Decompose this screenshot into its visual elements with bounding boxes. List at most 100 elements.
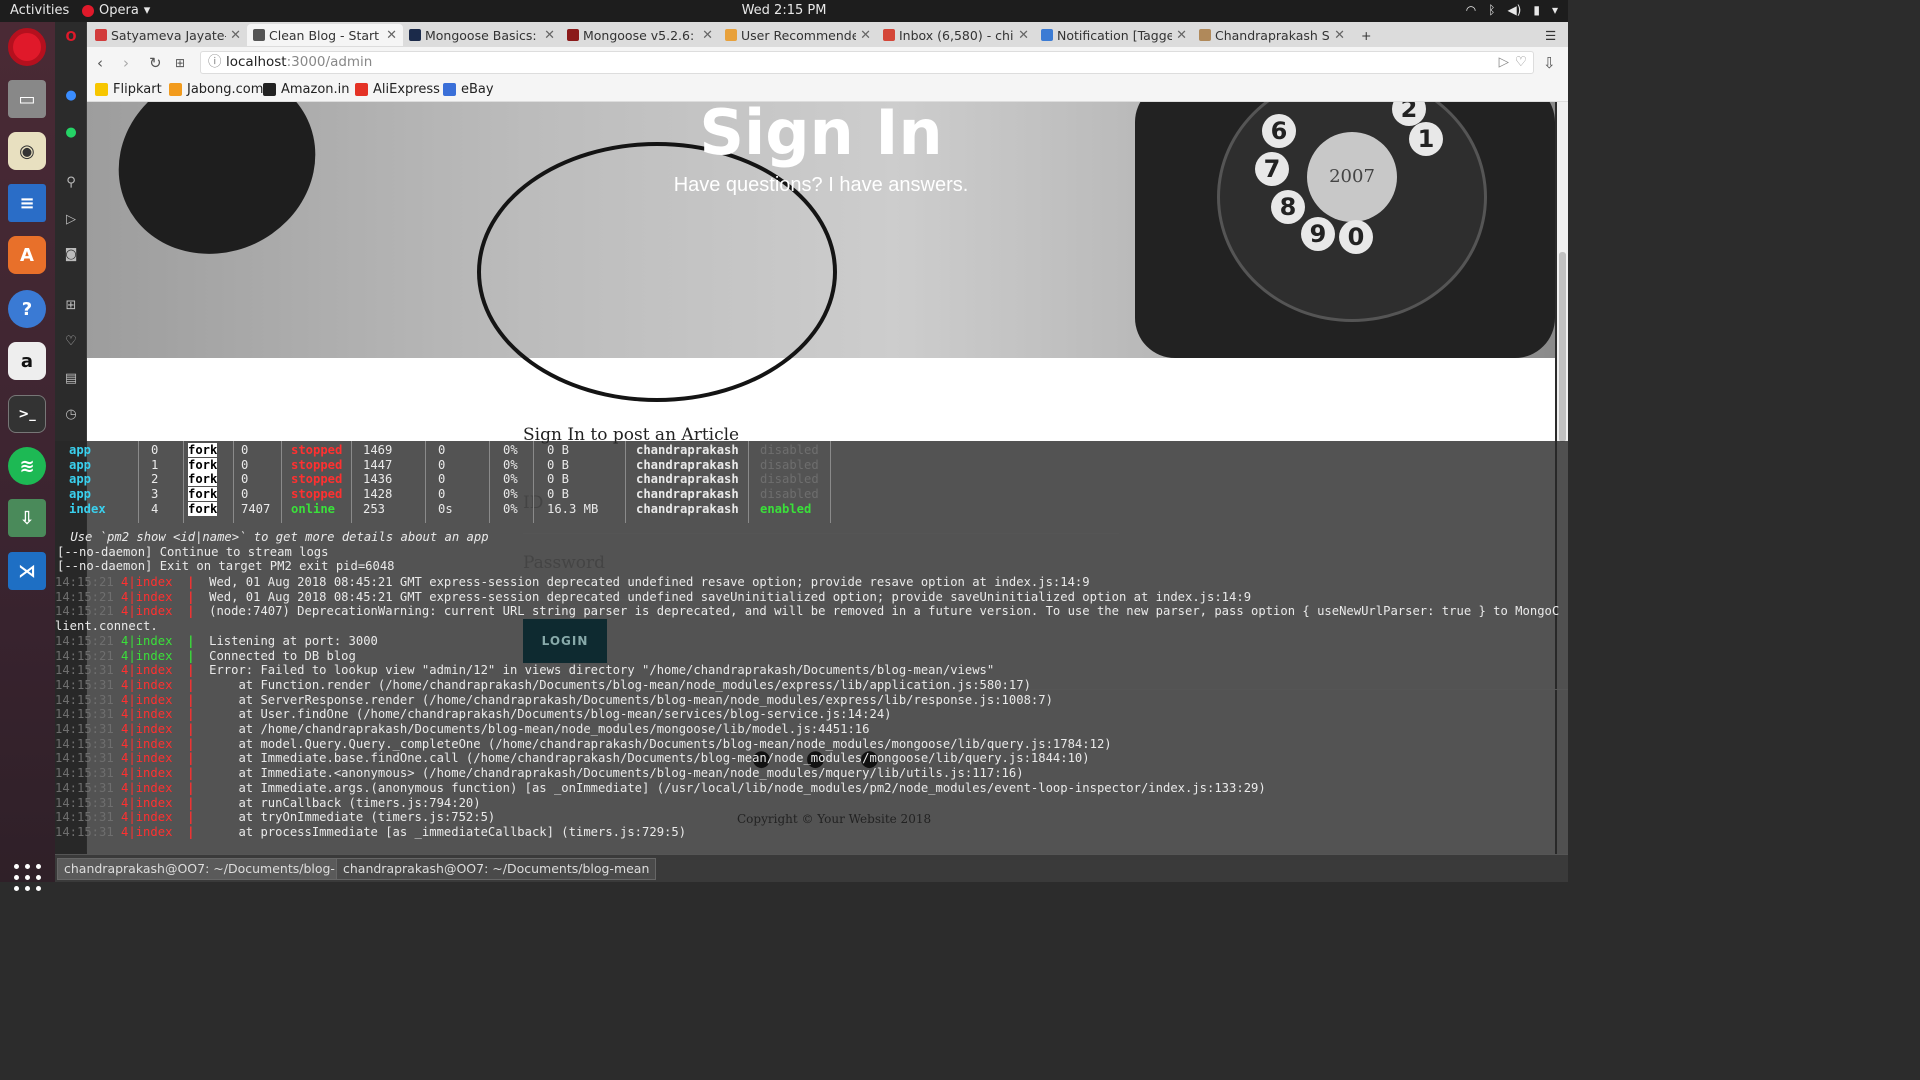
power-menu-icon[interactable]: ▾	[1552, 3, 1558, 17]
bookmark-item[interactable]: Amazon.in	[263, 82, 350, 97]
pm2-mem: 0 B	[547, 443, 570, 457]
pm2-name: app	[69, 487, 92, 502]
log-separator: |	[172, 780, 210, 795]
log-timestamp: 14:15:21	[55, 575, 114, 589]
log-text: at Immediate.base.findOne.call (/home/ch…	[209, 751, 1090, 766]
search-icon[interactable]: ⚲	[63, 175, 79, 191]
tab-5[interactable]: User Recommended ✕	[719, 24, 877, 46]
pm2-watching: disabled	[760, 487, 819, 502]
forward-icon[interactable]: ›	[123, 54, 129, 72]
messenger-icon[interactable]: ●	[63, 88, 79, 104]
activities-button[interactable]: Activities	[10, 3, 69, 18]
tab-6[interactable]: Inbox (6,580) - chintu ✕	[877, 24, 1035, 46]
pm2-mode: fork	[188, 501, 218, 516]
taskbar-terminal-window[interactable]: chandraprakash@OO7: ~/Documents/blog-mea…	[336, 858, 657, 880]
url-input[interactable]: ⓘ localhost:3000/admin ▷ ♡	[200, 51, 1534, 74]
tab-close-icon[interactable]: ✕	[1018, 28, 1029, 43]
heart-icon[interactable]: ♡	[63, 334, 79, 350]
tab-favicon-icon	[883, 29, 895, 41]
app-menu-opera[interactable]: Opera ▾	[82, 3, 150, 18]
tab-close-icon[interactable]: ✕	[1334, 28, 1345, 43]
tab-close-icon[interactable]: ✕	[860, 28, 871, 43]
bookmark-item[interactable]: eBay	[443, 82, 494, 97]
software-launcher-icon[interactable]: A	[8, 236, 46, 274]
bookmark-item[interactable]: Flipkart	[95, 82, 162, 97]
tab-close-icon[interactable]: ✕	[386, 28, 397, 43]
tab-menu-icon[interactable]: ☰	[1539, 24, 1563, 46]
log-text: at processImmediate [as _immediateCallba…	[209, 824, 687, 839]
pm2-status: online	[291, 501, 336, 516]
log-text: Error: Failed to lookup view "admin/12" …	[209, 663, 995, 678]
terminal-launcher-icon[interactable]: >_	[8, 395, 46, 433]
log-app: 4|index	[121, 663, 173, 678]
pm2-uptime: 0s	[438, 501, 453, 516]
tab-4[interactable]: Mongoose v5.2.6: M ✕	[561, 24, 719, 46]
vscode-launcher-icon[interactable]: ⋊	[8, 552, 46, 590]
system-tray[interactable]: ◠ ᛒ ◀) ▮ ▾	[1466, 3, 1558, 17]
download-icon[interactable]: ⇩	[1543, 54, 1556, 72]
login-button[interactable]: LOGIN	[523, 619, 607, 663]
opera-menu-icon[interactable]: O	[63, 30, 79, 46]
speed-dial-grid-icon[interactable]: ⊞	[175, 56, 185, 70]
log-separator: |	[172, 633, 210, 648]
clock[interactable]: Wed 2:15 PM	[742, 3, 827, 18]
speed-dial-icon[interactable]: ⊞	[63, 298, 79, 314]
news-icon[interactable]: ▤	[63, 371, 79, 387]
rhythmbox-launcher-icon[interactable]: ◉	[8, 132, 46, 170]
log-timestamp: 14:15:31	[55, 736, 114, 751]
log-separator: |	[172, 692, 210, 707]
tab-2[interactable]: Clean Blog - Start Bo ✕	[247, 24, 403, 46]
bookmark-heart-icon[interactable]: ♡	[1515, 52, 1527, 73]
writer-launcher-icon[interactable]: ≡	[8, 184, 46, 222]
send-page-icon[interactable]: ▷	[1499, 52, 1509, 73]
log-line: 14:15:31 4|index | at Immediate.<anonymo…	[55, 766, 1024, 780]
log-timestamp: 14:15:31	[55, 766, 114, 781]
camera-icon[interactable]: ◙	[63, 247, 79, 263]
tab-close-icon[interactable]: ✕	[702, 28, 713, 43]
tab-1[interactable]: Satyameva Jayate-n ✕	[89, 24, 247, 46]
battery-icon[interactable]: ▮	[1533, 3, 1540, 17]
pm2-watching: disabled	[760, 457, 819, 472]
bluetooth-icon[interactable]: ᛒ	[1488, 3, 1495, 17]
reload-icon[interactable]: ↻	[149, 54, 162, 72]
log-separator: |	[172, 810, 210, 825]
log-app: 4|index	[121, 766, 173, 781]
tab-close-icon[interactable]: ✕	[230, 28, 241, 43]
log-timestamp: 14:15:31	[55, 824, 114, 839]
bookmark-item[interactable]: Jabong.com	[169, 82, 263, 97]
downloader-launcher-icon[interactable]: ⇩	[8, 499, 46, 537]
show-applications-icon[interactable]	[14, 864, 42, 892]
files-launcher-icon[interactable]: ▭	[8, 80, 46, 118]
log-app: 4|index	[121, 824, 173, 839]
tab-close-icon[interactable]: ✕	[544, 28, 555, 43]
history-icon[interactable]: ◷	[63, 407, 79, 423]
site-info-icon[interactable]: ⓘ	[208, 52, 222, 73]
whatsapp-icon[interactable]: ●	[63, 125, 79, 141]
new-tab-button[interactable]: +	[1355, 24, 1375, 46]
opera-launcher-icon[interactable]	[8, 28, 46, 66]
help-launcher-icon[interactable]: ?	[8, 290, 46, 328]
scrollbar-thumb[interactable]	[1559, 252, 1566, 442]
log-separator: |	[172, 766, 210, 781]
back-icon[interactable]: ‹	[97, 54, 103, 72]
log-app: 4|index	[121, 722, 173, 736]
log-line: 14:15:21 4|index | Listening at port: 30…	[55, 634, 378, 648]
tab-8[interactable]: Chandraprakash Son ✕	[1193, 24, 1351, 46]
bookmark-item[interactable]: AliExpress	[355, 82, 440, 97]
tab-3[interactable]: Mongoose Basics: St ✕	[403, 24, 561, 46]
wifi-icon[interactable]: ◠	[1466, 3, 1476, 17]
tab-close-icon[interactable]: ✕	[1176, 28, 1187, 43]
log-separator: |	[172, 795, 210, 810]
log-app: 4|index	[121, 736, 173, 751]
send-icon[interactable]: ▷	[63, 212, 79, 228]
id-field[interactable]	[523, 533, 1119, 534]
log-app: 4|index	[121, 810, 173, 825]
spotify-launcher-icon[interactable]: ≋	[8, 447, 46, 485]
volume-icon[interactable]: ◀)	[1507, 3, 1521, 17]
terminal-window[interactable]: ID Password LOGIN ● ● ● Copyright © Your…	[55, 441, 1568, 854]
tab-7[interactable]: Notification [Tagged ✕	[1035, 24, 1193, 46]
log-app: 4|index	[121, 707, 173, 722]
copyright: Copyright © Your Website 2018	[737, 812, 932, 826]
amazon-launcher-icon[interactable]: a	[8, 342, 46, 380]
taskbar-terminal-window[interactable]: chandraprakash@OO7: ~/Documents/blog-mea…	[57, 858, 378, 880]
